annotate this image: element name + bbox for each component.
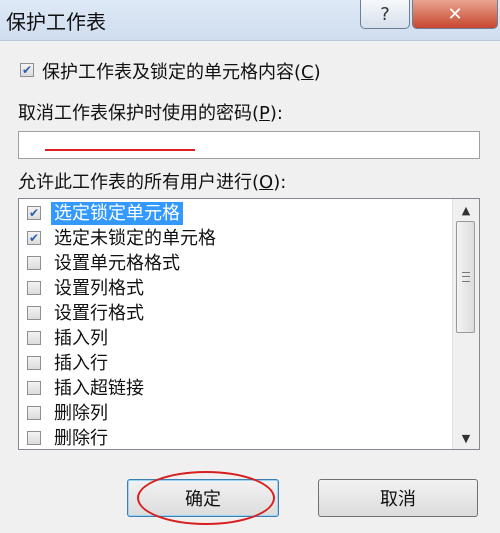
grip-icon <box>461 272 470 282</box>
check-icon: ✔ <box>21 63 33 77</box>
permission-checkbox[interactable] <box>27 281 41 295</box>
close-button[interactable]: ✕ <box>412 0 498 29</box>
permission-checkbox[interactable] <box>27 256 41 270</box>
cancel-button-label: 取消 <box>380 489 416 510</box>
permission-label: 删除行 <box>54 428 108 449</box>
permission-checkbox[interactable] <box>27 331 41 345</box>
password-input[interactable] <box>18 131 480 159</box>
scroll-down-icon[interactable]: ▼ <box>453 427 479 449</box>
question-icon: ? <box>380 3 390 25</box>
dialog-body: ✔ 保护工作表及锁定的单元格内容(C) 取消工作表保护时使用的密码(P): 允许… <box>0 41 500 533</box>
cancel-button[interactable]: 取消 <box>318 479 478 517</box>
permission-label: 设置列格式 <box>54 278 144 299</box>
permission-label: 插入超链接 <box>54 378 144 399</box>
permission-row[interactable]: 删除行 <box>21 426 451 449</box>
permissions-label: 允许此工作表的所有用户进行(O): <box>18 172 287 193</box>
permission-label: 选定未锁定的单元格 <box>54 228 216 249</box>
permission-label: 设置行格式 <box>54 303 144 324</box>
permission-label: 插入行 <box>54 353 108 374</box>
permission-label: 选定锁定单元格 <box>51 202 183 225</box>
check-icon: ✔ <box>28 206 40 220</box>
permission-label: 删除列 <box>54 403 108 424</box>
permission-checkbox[interactable]: ✔ <box>27 231 41 245</box>
close-icon: ✕ <box>447 3 463 25</box>
permission-label: 设置单元格格式 <box>54 253 180 274</box>
window-title: 保护工作表 <box>6 10 106 34</box>
scroll-thumb[interactable] <box>456 221 475 333</box>
permission-row[interactable]: ✔ 选定锁定单元格 <box>21 201 451 226</box>
title-bar: 保护工作表 ? ✕ <box>0 0 500 41</box>
permission-checkbox[interactable] <box>27 431 41 445</box>
permission-row[interactable]: 插入超链接 <box>21 376 451 401</box>
scrollbar[interactable]: ▲ ▼ <box>452 199 479 449</box>
permission-checkbox[interactable] <box>27 356 41 370</box>
permission-checkbox[interactable] <box>27 406 41 420</box>
permission-checkbox[interactable] <box>27 381 41 395</box>
ok-button[interactable]: 确定 <box>127 479 279 517</box>
permission-row[interactable]: 插入列 <box>21 326 451 351</box>
ok-button-label: 确定 <box>185 489 221 510</box>
help-button[interactable]: ? <box>360 0 410 29</box>
red-underline-annotation <box>45 149 195 151</box>
protect-label[interactable]: 保护工作表及锁定的单元格内容(C) <box>42 58 321 84</box>
permissions-list[interactable]: ✔ 选定锁定单元格 ✔ 选定未锁定的单元格 设置单元格格式 设置列格式设置行格式插入列插入… <box>18 198 480 450</box>
permission-row[interactable]: 删除列 <box>21 401 451 426</box>
permission-label: 插入列 <box>54 328 108 349</box>
permission-row[interactable]: ✔ 选定未锁定的单元格 <box>21 226 451 251</box>
protect-checkbox[interactable]: ✔ <box>20 63 34 77</box>
permission-checkbox[interactable]: ✔ <box>27 206 41 220</box>
permission-row[interactable]: 插入行 <box>21 351 451 376</box>
permission-row[interactable]: 设置列格式 <box>21 276 451 301</box>
check-icon: ✔ <box>28 231 40 245</box>
permission-checkbox[interactable] <box>27 306 41 320</box>
permission-row[interactable]: 设置单元格格式 <box>21 251 451 276</box>
scroll-up-icon[interactable]: ▲ <box>453 199 479 221</box>
password-label: 取消工作表保护时使用的密码(P): <box>18 103 283 124</box>
permission-row[interactable]: 设置行格式 <box>21 301 451 326</box>
